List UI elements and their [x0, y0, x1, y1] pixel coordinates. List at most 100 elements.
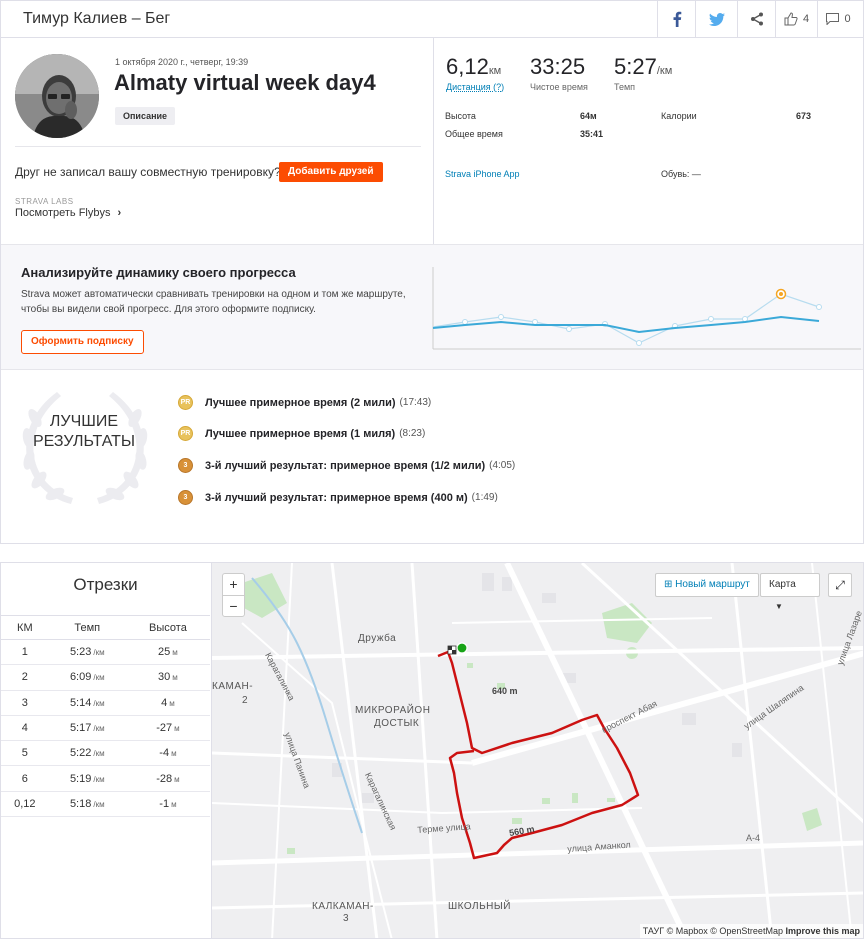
distance-unit: км: [488, 65, 502, 77]
split-pace-unit: /км: [93, 724, 105, 734]
table-row[interactable]: 1 5:23/км 25 м: [1, 639, 210, 666]
best-effort-label: 3-й лучший результат: примерное время (1…: [205, 459, 486, 472]
chart-highlight-dot: [779, 292, 783, 296]
distance-label[interactable]: Дистанция (?): [446, 82, 504, 92]
split-pace: 5:14/км: [48, 690, 126, 716]
split-pace-unit: /км: [93, 673, 105, 683]
best-effort-item[interactable]: 3 3-й лучший результат: примерное время …: [178, 490, 498, 505]
upsell-title: Анализируйте динамику своего прогресса: [21, 265, 296, 280]
table-row[interactable]: 4 5:17/км -27 м: [1, 715, 210, 742]
split-elev-value: -27: [156, 722, 173, 735]
best-effort-item[interactable]: PR Лучшее примерное время (1 миля) (8:23…: [178, 426, 425, 441]
subscribe-button[interactable]: Оформить подписку: [21, 330, 144, 354]
best-effort-label: 3-й лучший результат: примерное время (4…: [205, 491, 468, 504]
splits-table: КМ Темп Высота 1 5:23/км 25 м 2 6:09/км 3…: [1, 615, 210, 818]
split-pace: 5:23/км: [48, 639, 126, 666]
facebook-icon: [673, 11, 681, 27]
split-km: 1: [1, 639, 49, 666]
split-elev: -27 м: [125, 715, 210, 742]
best-effort-item[interactable]: PR Лучшее примерное время (2 мили) (17:4…: [178, 395, 431, 410]
twitter-icon: [708, 12, 725, 26]
share-button[interactable]: [737, 1, 775, 37]
chevron-right-icon: ›: [117, 207, 122, 219]
split-pace: 5:18/км: [48, 791, 126, 818]
split-pace: 5:22/км: [48, 740, 126, 767]
split-elev: -28 м: [125, 765, 210, 792]
split-km: 2: [1, 664, 49, 691]
best-effort-label: Лучшее примерное время (2 мили): [205, 396, 396, 409]
flybys-link[interactable]: Посмотреть Flybys ›: [15, 207, 121, 219]
split-pace-unit: /км: [93, 799, 105, 809]
description-button[interactable]: Описание: [115, 107, 176, 125]
activity-summary: 1 октября 2020 г., четверг, 19:39 Almaty…: [0, 37, 864, 544]
facebook-share-button[interactable]: [657, 1, 695, 37]
split-elev-value: -4: [159, 747, 170, 760]
third-place-medal-icon: 3: [178, 490, 193, 505]
pace-label: Темп: [614, 82, 636, 92]
table-row[interactable]: 6 5:19/км -28 м: [1, 765, 210, 792]
split-km: 3: [1, 690, 49, 716]
zoom-in-button[interactable]: +: [223, 574, 244, 595]
new-route-label: Новый маршрут: [675, 579, 750, 590]
split-km: 5: [1, 740, 49, 767]
split-pace-value: 5:18: [69, 797, 92, 810]
split-pace: 5:17/км: [48, 715, 126, 742]
table-row[interactable]: 0,12 5:18/км -1 м: [1, 791, 210, 818]
split-pace-value: 5:19: [69, 772, 92, 785]
progress-preview-chart: [432, 267, 861, 350]
table-row[interactable]: 2 6:09/км 30 м: [1, 664, 210, 691]
start-marker-icon: [456, 642, 468, 654]
best-efforts: ЛУЧШИЕ РЕЗУЛЬТАТЫ PR Лучшее примерное вр…: [1, 369, 863, 543]
split-elev-unit: м: [174, 724, 180, 734]
split-pace-unit: /км: [93, 774, 105, 784]
split-elev-value: 4: [161, 696, 168, 709]
header-actions: 4 0: [657, 1, 863, 37]
add-friends-button[interactable]: Добавить друзей: [279, 162, 383, 182]
elapsed-time-label: Общее время: [445, 129, 503, 139]
split-pace-value: 5:17: [69, 722, 92, 735]
best-effort-time: (8:23): [399, 428, 426, 439]
fullscreen-button[interactable]: ⤢: [828, 573, 852, 597]
map-type-label: Карта: [769, 579, 796, 590]
best-efforts-title: ЛУЧШИЕ РЕЗУЛЬТАТЫ: [21, 412, 147, 452]
calories-label: Калории: [661, 111, 697, 121]
map-type-select[interactable]: Карта ▼: [760, 573, 820, 611]
moving-time-value: 33:25: [530, 54, 586, 79]
divider: [15, 146, 421, 147]
activity-stats: 6,12км Дистанция (?) 33:25 Чистое время …: [434, 37, 864, 244]
comments-button[interactable]: 0: [817, 1, 859, 37]
twitter-share-button[interactable]: [695, 1, 737, 37]
table-row[interactable]: 5 5:22/км -4 м: [1, 740, 210, 767]
activity-name: Almaty virtual week day4: [114, 70, 376, 95]
activity-details: 1 октября 2020 г., четверг, 19:39 Almaty…: [1, 37, 434, 244]
improve-map-link[interactable]: Improve this map: [785, 926, 860, 936]
comment-icon: [826, 13, 840, 25]
new-route-button[interactable]: ⊞ Новый маршрут: [655, 573, 759, 597]
distance-stat: 6,12км Дистанция (?): [446, 54, 504, 92]
best-efforts-title-line2: РЕЗУЛЬТАТЫ: [32, 433, 136, 450]
attribution-text[interactable]: ТАУГ © Mapbox © OpenStreetMap: [643, 926, 783, 936]
flybys-label: Посмотреть Flybys: [15, 207, 111, 219]
table-row[interactable]: 3 5:14/км 4м: [1, 690, 210, 716]
kudos-button[interactable]: 4: [775, 1, 817, 37]
col-km: КМ: [1, 615, 49, 640]
best-effort-item[interactable]: 3 3-й лучший результат: примерное время …: [178, 458, 515, 473]
split-elev-unit: м: [169, 698, 175, 708]
athlete-avatar[interactable]: [15, 54, 99, 138]
split-elev-unit: м: [171, 799, 177, 809]
device-link[interactable]: Strava iPhone App: [445, 169, 520, 179]
friend-prompt: Друг не записал вашу совместную трениров…: [15, 165, 281, 179]
split-pace-value: 5:22: [69, 747, 92, 760]
split-elev-value: 25: [158, 646, 171, 659]
split-elev-unit: м: [172, 648, 178, 658]
map-label: КАМАН-: [212, 681, 254, 692]
elevation-label: Высота: [445, 111, 476, 121]
route-map[interactable]: Дружба МИКРОРАЙОН ДОСТЫК КАМАН- 2 КАЛКАМ…: [211, 562, 864, 939]
map-attribution: ТАУГ © Mapbox © OpenStreetMap Improve th…: [639, 924, 863, 938]
page-title: Тимур Калиев – Бег: [23, 10, 171, 27]
split-elev: 30 м: [125, 664, 210, 691]
third-place-medal-icon: 3: [178, 458, 193, 473]
calories-value: 673: [796, 111, 812, 121]
split-elev: -4 м: [125, 740, 210, 767]
zoom-out-button[interactable]: −: [223, 595, 244, 616]
